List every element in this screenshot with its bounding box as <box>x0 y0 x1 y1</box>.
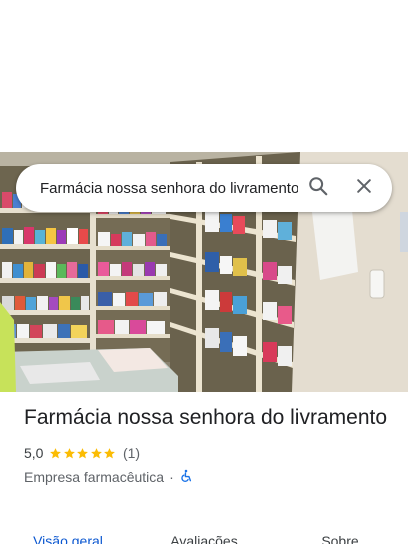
star-icon <box>103 447 116 460</box>
star-icon <box>63 447 76 460</box>
search-button[interactable] <box>298 168 338 208</box>
star-icon <box>90 447 103 460</box>
rating-row[interactable]: 5,0 (1) <box>24 444 394 462</box>
place-info: Farmácia nossa senhora do livramento 5,0… <box>24 404 394 486</box>
category-row: Empresa farmacêutica · <box>24 468 394 486</box>
separator-dot: · <box>169 469 174 485</box>
close-icon <box>354 176 374 201</box>
place-title: Farmácia nossa senhora do livramento <box>24 406 388 429</box>
star-icon <box>76 447 89 460</box>
review-count[interactable]: (1) <box>123 445 140 461</box>
place-category[interactable]: Empresa farmacêutica <box>24 469 164 485</box>
rating-stars <box>49 447 117 460</box>
tab-about[interactable]: Sobre <box>272 530 408 544</box>
tab-reviews[interactable]: Avaliações <box>136 530 272 544</box>
tab-overview[interactable]: Visão geral <box>0 530 136 544</box>
clear-search-button[interactable] <box>344 168 384 208</box>
wheelchair-icon[interactable] <box>179 469 193 486</box>
rating-value: 5,0 <box>24 445 44 461</box>
search-input[interactable] <box>16 164 298 212</box>
map-blank-area <box>0 0 408 152</box>
place-tabs: Visão geral Avaliações Sobre <box>0 530 408 544</box>
star-icon <box>49 447 62 460</box>
search-icon <box>307 175 329 202</box>
search-bar <box>16 164 392 212</box>
